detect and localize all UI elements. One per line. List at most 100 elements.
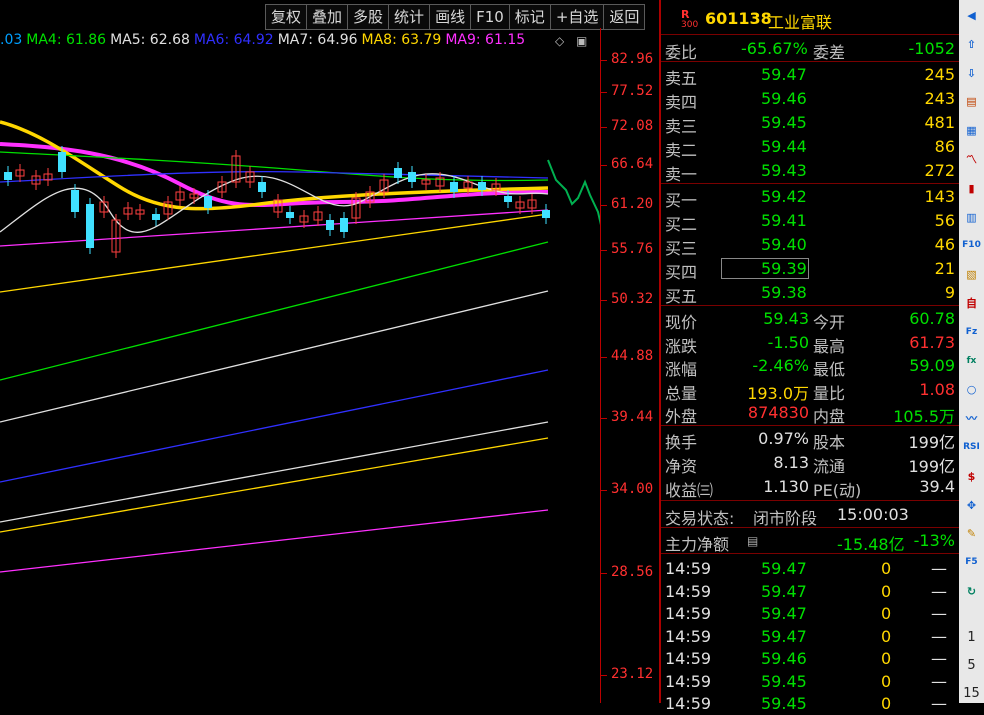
tick-time: 14:59 bbox=[665, 671, 712, 691]
weicha-value: -1052 bbox=[908, 39, 956, 58]
ma-legend-item: MA6: 64.92 bbox=[193, 32, 274, 48]
bid-row[interactable]: 买四 59.39 21 bbox=[661, 257, 959, 282]
kline-icon[interactable]: ▮ bbox=[962, 179, 981, 198]
selected-price-box bbox=[721, 258, 809, 279]
f5-icon[interactable]: F5 bbox=[962, 553, 981, 572]
toolbar-button-4[interactable]: 画线 bbox=[430, 4, 472, 30]
tick-direction: — bbox=[931, 671, 947, 691]
fundamental-value: 39.4 bbox=[919, 477, 955, 496]
dollar-icon[interactable]: $ bbox=[962, 467, 981, 486]
tick-row[interactable]: 14:59 59.47 0 — bbox=[661, 557, 959, 580]
ask-row[interactable]: 卖一 59.43 272 bbox=[661, 159, 959, 184]
stat-value: 59.09 bbox=[909, 356, 955, 375]
tick-row[interactable]: 14:59 59.47 0 — bbox=[661, 602, 959, 625]
main-flow-row[interactable]: 主力净额 ▤ -15.48亿 -13% bbox=[661, 529, 959, 554]
circle-icon[interactable]: ○ bbox=[962, 380, 981, 399]
toolbar-button-6[interactable]: 标记 bbox=[509, 4, 551, 30]
tick-mark bbox=[601, 205, 607, 206]
bid-row[interactable]: 买五 59.38 9 bbox=[661, 281, 959, 306]
toolbar-button-2[interactable]: 多股 bbox=[348, 4, 390, 30]
main-flow-menu-icon[interactable]: ▤ bbox=[747, 534, 758, 548]
stock-title: R 300 601138 工业富联 bbox=[661, 0, 959, 35]
tick-direction: — bbox=[931, 649, 947, 668]
weibi-value: -65.67% bbox=[741, 39, 808, 58]
trade-status-row: 交易状态: 闭市阶段 15:00:03 bbox=[661, 503, 959, 528]
tick-row[interactable]: 14:59 59.47 0 — bbox=[661, 580, 959, 603]
f10-icon[interactable]: F10 bbox=[962, 236, 981, 255]
stat-label: 最高 bbox=[813, 336, 846, 356]
bid-volume: 56 bbox=[934, 211, 955, 230]
ma-legend-item: MA7: 64.96 bbox=[277, 32, 358, 48]
tick-row[interactable]: 14:59 59.47 0 — bbox=[661, 625, 959, 648]
period-shortcut[interactable]: 15 bbox=[959, 686, 984, 701]
price-tick-label: 44.88 bbox=[611, 348, 654, 364]
ask-row[interactable]: 卖三 59.45 481 bbox=[661, 111, 959, 136]
fz-icon[interactable]: Fz bbox=[962, 323, 981, 342]
tick-time: 14:59 bbox=[665, 694, 712, 713]
fundamental-label: 股本 bbox=[813, 433, 846, 452]
toolbar-button-7[interactable]: +自选 bbox=[550, 4, 605, 30]
right-toolbar: ◀ ⇧ ⇩ ▤ ▦ 〽 ▮ ▥ F10 ▧ 自 Fz fx ○ 〰 RSI $ ✥ ✎ F5 ↻ 1 5 15 bbox=[959, 0, 984, 703]
wave-icon[interactable]: 〰 bbox=[962, 409, 981, 428]
ma-legend-item: MA8: 63.79 bbox=[361, 32, 442, 48]
refresh-icon[interactable]: ↻ bbox=[962, 582, 981, 601]
fundamental-label: 换手 bbox=[665, 433, 698, 452]
toolbar-button-3[interactable]: 统计 bbox=[389, 4, 431, 30]
tick-time: 14:59 bbox=[665, 559, 712, 578]
ma-legend-item: MA9: 61.15 bbox=[445, 32, 526, 48]
stock-name[interactable]: 工业富联 bbox=[768, 9, 832, 33]
tick-direction: — bbox=[931, 604, 947, 623]
stat-label: 最低 bbox=[813, 360, 846, 379]
stat-label: 今开 bbox=[813, 313, 846, 332]
toolbar-button-1[interactable]: 叠加 bbox=[307, 4, 349, 30]
f-icon[interactable]: ▧ bbox=[962, 265, 981, 284]
window-toggle-icon[interactable]: ▣ bbox=[576, 34, 587, 48]
main-flow-value: -15.48亿 bbox=[837, 535, 905, 554]
period-shortcut[interactable]: 1 bbox=[959, 630, 984, 645]
arrow-down-icon[interactable]: ⇩ bbox=[962, 64, 981, 83]
period-shortcut[interactable]: 5 bbox=[959, 658, 984, 673]
self-icon[interactable]: 自 bbox=[962, 294, 981, 313]
bid-row[interactable]: 买二 59.41 56 bbox=[661, 209, 959, 234]
ask-row[interactable]: 卖二 59.44 86 bbox=[661, 135, 959, 160]
pencil-icon[interactable]: ✎ bbox=[962, 524, 981, 543]
fx-icon[interactable]: fx bbox=[962, 352, 981, 371]
price-tick-label: 23.12 bbox=[611, 666, 654, 682]
tick-row[interactable]: 14:59 59.46 0 — bbox=[661, 647, 959, 670]
grid-icon[interactable]: ▦ bbox=[962, 121, 981, 140]
tick-mark bbox=[601, 60, 607, 61]
pin-icon[interactable]: ◀ bbox=[962, 6, 981, 25]
tick-volume: 0 bbox=[881, 649, 892, 668]
price-tick-label: 72.08 bbox=[611, 118, 654, 134]
tick-row[interactable]: 14:59 59.45 0 — bbox=[661, 692, 959, 715]
ask-volume: 272 bbox=[924, 161, 955, 180]
fundamental-row: 收益㈢ 1.130 PE(动) 39.4 bbox=[661, 475, 959, 500]
ask-volume: 245 bbox=[924, 65, 955, 84]
list-icon[interactable]: ▥ bbox=[962, 208, 981, 227]
ask-row[interactable]: 卖五 59.47 245 bbox=[661, 63, 959, 88]
arrow-up-icon[interactable]: ⇧ bbox=[962, 35, 981, 54]
bid-label: 买五 bbox=[665, 287, 698, 306]
price-tick-label: 39.44 bbox=[611, 409, 654, 425]
ask-row[interactable]: 卖四 59.46 243 bbox=[661, 87, 959, 112]
candle bbox=[478, 182, 486, 190]
rsi-icon[interactable]: RSI bbox=[962, 438, 981, 457]
toolbar-button-0[interactable]: 复权 bbox=[265, 4, 308, 30]
ma-legend-item: MA5: 62.68 bbox=[110, 32, 190, 48]
bid-row[interactable]: 买三 59.40 46 bbox=[661, 233, 959, 258]
tick-volume: 0 bbox=[881, 604, 892, 623]
line-chart-icon[interactable]: 〽 bbox=[962, 150, 981, 169]
stock-code[interactable]: 601138 bbox=[705, 9, 772, 28]
bid-row[interactable]: 买一 59.42 143 bbox=[661, 185, 959, 210]
toolbar-button-5[interactable]: F10 bbox=[471, 4, 510, 30]
candle bbox=[450, 182, 458, 192]
diamond-icon[interactable]: ◇ bbox=[555, 34, 564, 48]
toolbar-button-8[interactable]: 返回 bbox=[604, 4, 646, 30]
price-tick-label: 66.64 bbox=[611, 156, 654, 172]
report-icon[interactable]: ▤ bbox=[962, 92, 981, 111]
ask-label: 卖五 bbox=[665, 69, 698, 88]
move-icon[interactable]: ✥ bbox=[962, 496, 981, 515]
tick-row[interactable]: 14:59 59.45 0 — bbox=[661, 670, 959, 693]
candle bbox=[152, 214, 160, 220]
kline-chart[interactable] bbox=[0, 52, 600, 703]
